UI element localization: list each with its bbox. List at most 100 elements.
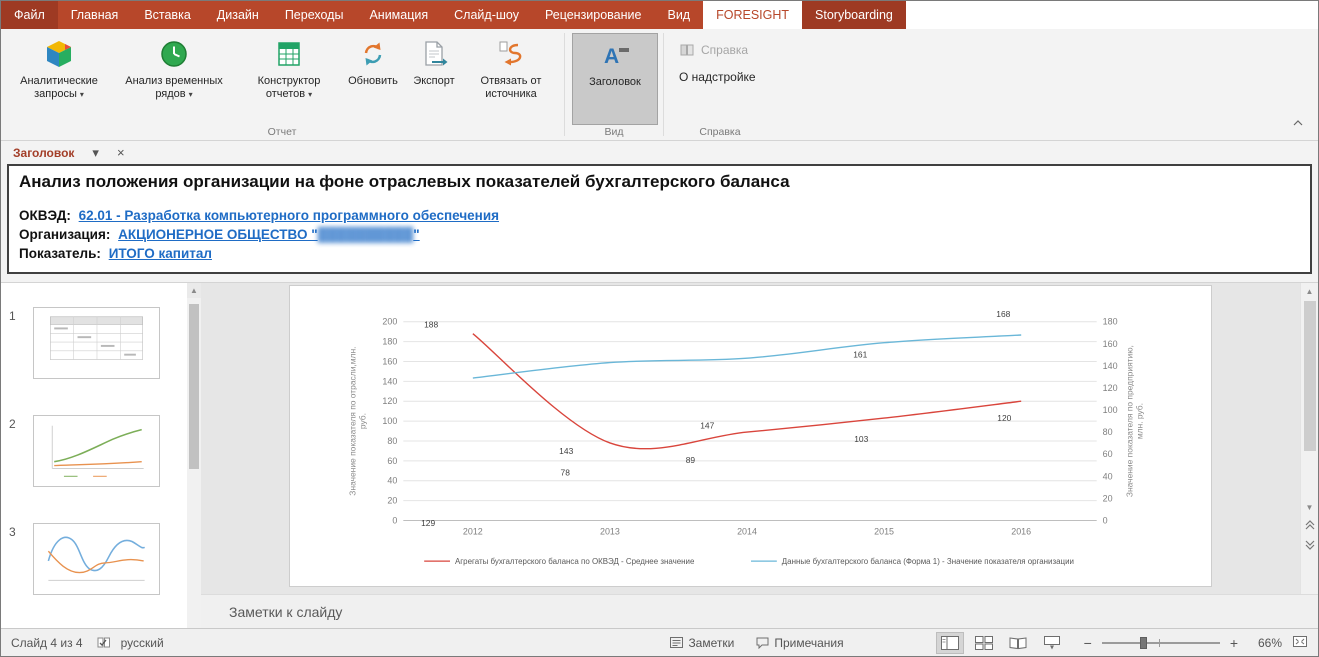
zoom-slider-track[interactable] — [1102, 642, 1220, 644]
svg-text:2013: 2013 — [600, 526, 620, 536]
normal-view-button[interactable] — [936, 632, 964, 654]
svg-text:188: 188 — [424, 320, 438, 330]
refresh-button[interactable]: Обновить — [341, 33, 405, 125]
slide-thumbnail-2[interactable]: 2 — [1, 415, 187, 487]
vertical-scrollbar[interactable]: ▲ ▼ — [1300, 283, 1318, 594]
group-label-view: Вид — [566, 126, 662, 138]
pane-collapse-icon[interactable]: ▾ — [92, 146, 99, 159]
svg-text:160: 160 — [1103, 339, 1118, 349]
tab-вставка[interactable]: Вставка — [131, 1, 203, 29]
okved-link[interactable]: 62.01 - Разработка компьютерного програм… — [79, 208, 499, 223]
language-indicator[interactable]: русский — [121, 636, 164, 650]
svg-text:20: 20 — [387, 496, 397, 506]
tab-рецензирование[interactable]: Рецензирование — [532, 1, 655, 29]
tab-анимация[interactable]: Анимация — [356, 1, 441, 29]
zoom-out-button[interactable]: − — [1080, 635, 1096, 651]
comments-toggle-button[interactable]: Примечания — [756, 636, 843, 650]
tab-вид[interactable]: Вид — [654, 1, 703, 29]
collapse-ribbon-button[interactable] — [1290, 110, 1306, 134]
comments-icon — [756, 637, 769, 649]
zoom-level[interactable]: 66% — [1246, 636, 1282, 650]
tab-главная[interactable]: Главная — [58, 1, 132, 29]
next-slide-button[interactable] — [1301, 535, 1319, 555]
ribbon-tab-bar: ФайлГлавнаяВставкаДизайнПереходыАнимация… — [1, 1, 1318, 29]
zoom-in-button[interactable]: + — [1226, 635, 1242, 651]
tab-дизайн[interactable]: Дизайн — [204, 1, 272, 29]
report-builder-button[interactable]: Конструктор отчетов▾ — [237, 33, 341, 125]
help-button[interactable]: Справка — [671, 39, 756, 61]
slide-indicator: Слайд 4 из 4 — [11, 636, 83, 650]
pane-close-icon[interactable]: × — [117, 146, 125, 159]
slide[interactable]: 0204060801001201401601802000204060801001… — [289, 285, 1212, 587]
view-buttons — [936, 632, 1066, 654]
thumbnails-scrollbar-thumb[interactable] — [189, 304, 199, 469]
report-title-box[interactable]: Анализ положения организации на фоне отр… — [7, 164, 1312, 274]
redacted-text: ██████████ — [318, 227, 414, 242]
slide-sorter-view-button[interactable] — [970, 632, 998, 654]
organization-label: Организация: — [19, 227, 110, 242]
fit-slide-button[interactable] — [1292, 634, 1308, 652]
zoom-slider-midpoint — [1159, 639, 1160, 647]
export-page-icon — [418, 38, 450, 70]
thumbnails-scroll-up-icon[interactable]: ▲ — [187, 283, 201, 298]
time-series-clock-icon — [158, 38, 190, 70]
organization-line: Организация: АКЦИОНЕРНОЕ ОБЩЕСТВО "█████… — [19, 225, 1300, 244]
report-table-icon — [273, 38, 305, 70]
tab-переходы[interactable]: Переходы — [272, 1, 357, 29]
export-button[interactable]: Экспорт — [405, 33, 463, 125]
svg-text:40: 40 — [1103, 471, 1113, 481]
notes-toggle-button[interactable]: Заметки — [670, 636, 734, 650]
analytical-queries-button[interactable]: Аналитические запросы▾ — [7, 33, 111, 125]
spellcheck-icon[interactable] — [97, 636, 111, 649]
svg-text:140: 140 — [1103, 361, 1118, 371]
report-title: Анализ положения организации на фоне отр… — [19, 172, 1300, 192]
okved-line: ОКВЭД: 62.01 - Разработка компьютерного … — [19, 206, 1300, 225]
svg-text:180: 180 — [382, 337, 397, 347]
tab-storyboarding[interactable]: Storyboarding — [802, 1, 906, 29]
slide-3-preview[interactable] — [33, 523, 160, 595]
svg-text:0: 0 — [1103, 515, 1108, 525]
indicator-line: Показатель: ИТОГО капитал — [19, 244, 1300, 263]
tab-foresight[interactable]: FORESIGHT — [703, 1, 802, 29]
scroll-up-icon[interactable]: ▲ — [1301, 283, 1319, 299]
slide-number: 3 — [9, 523, 33, 595]
svg-text:60: 60 — [387, 456, 397, 466]
slide-thumbnail-3[interactable]: 3 — [1, 523, 187, 595]
svg-text:40: 40 — [387, 476, 397, 486]
slide-number: 2 — [9, 415, 33, 487]
slide-2-preview[interactable] — [33, 415, 160, 487]
scroll-down-icon[interactable]: ▼ — [1301, 499, 1319, 515]
double-chevron-up-icon — [1305, 520, 1315, 530]
slide-number: 1 — [9, 307, 33, 379]
notes-panel[interactable]: Заметки к слайду — [201, 594, 1318, 628]
title-view-button[interactable]: А Заголовок — [572, 33, 658, 125]
scrollbar-track[interactable] — [1301, 299, 1319, 499]
tab-слайд-шоу[interactable]: Слайд-шоу — [441, 1, 532, 29]
tab-файл[interactable]: Файл — [1, 1, 58, 29]
zoom-slider-thumb[interactable] — [1140, 637, 1147, 649]
organization-link[interactable]: АКЦИОНЕРНОЕ ОБЩЕСТВО "██████████" — [118, 227, 420, 242]
slideshow-view-button[interactable] — [1038, 632, 1066, 654]
ribbon-group-report: Аналитические запросы▾ Анализ временных … — [1, 29, 563, 140]
title-letter-icon: А — [599, 39, 631, 71]
status-bar-right: Заметки Примечания — [670, 632, 1308, 654]
scrollbar-thumb[interactable] — [1304, 301, 1316, 451]
previous-slide-button[interactable] — [1301, 515, 1319, 535]
slide-1-preview[interactable] — [33, 307, 160, 379]
svg-text:120: 120 — [1103, 383, 1118, 393]
svg-text:161: 161 — [853, 350, 867, 360]
reading-view-button[interactable] — [1004, 632, 1032, 654]
notes-icon — [670, 637, 683, 648]
slide-thumbnail-1[interactable]: 1 — [1, 307, 187, 379]
svg-text:2015: 2015 — [874, 526, 894, 536]
unlink-source-button[interactable]: Отвязать от источника — [463, 33, 559, 125]
about-addin-button[interactable]: О надстройке — [671, 67, 764, 87]
application-window: ФайлГлавнаяВставкаДизайнПереходыАнимация… — [0, 0, 1319, 657]
group-label-help: Справка — [665, 126, 775, 138]
thumbnails-scrollbar[interactable]: ▲ — [187, 283, 201, 628]
indicator-link[interactable]: ИТОГО капитал — [109, 246, 212, 261]
double-chevron-down-icon — [1305, 540, 1315, 550]
zoom-slider[interactable] — [1102, 636, 1220, 650]
group-divider — [663, 33, 664, 136]
time-series-analysis-button[interactable]: Анализ временных рядов▾ — [111, 33, 237, 125]
